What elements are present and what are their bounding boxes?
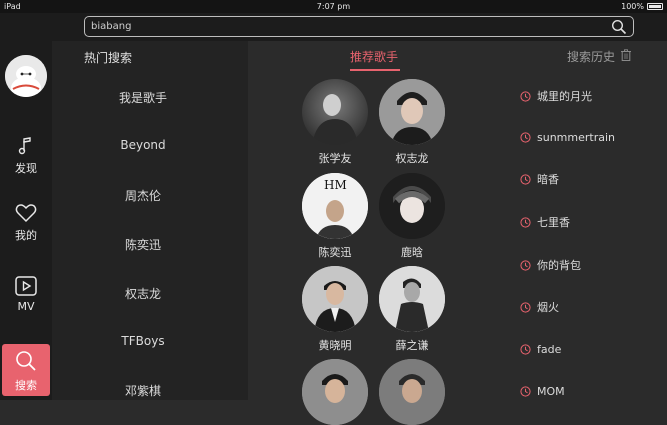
singer-name: 张学友: [318, 152, 352, 165]
search-icon: [16, 351, 36, 371]
singer-card[interactable]: [377, 359, 447, 425]
hot-search-title: 热门搜索: [84, 51, 133, 65]
singer-card[interactable]: HM 陈奕迅: [300, 173, 370, 260]
singer-photo: [302, 266, 368, 332]
play-icon: [15, 276, 37, 296]
singer-card[interactable]: [300, 359, 370, 425]
clock-icon: [520, 131, 531, 143]
status-bar: iPad 7:07 pm 100%: [0, 0, 667, 13]
singer-name: 黄晓明: [318, 339, 352, 352]
main-panel: 推荐歌手 搜索历史 张学友 权志龙 HM 陈奕迅 鹿晗 黄晓明 薛之谦 城里的月…: [248, 41, 667, 425]
clock-icon: [520, 173, 531, 185]
clock-icon: [520, 343, 531, 355]
singer-photo: [379, 173, 445, 239]
singer-photo: HM: [302, 173, 368, 239]
history-item-label: 你的背包: [537, 259, 581, 272]
tab-search-history[interactable]: 搜索历史: [567, 48, 615, 65]
history-item[interactable]: 你的背包: [520, 257, 581, 273]
nav-mv-label: MV: [17, 300, 35, 313]
history-item-label: 暗香: [537, 173, 559, 186]
history-item[interactable]: 七里香: [520, 214, 570, 230]
singer-name: 权志龙: [395, 152, 429, 165]
svg-text:HM: HM: [324, 178, 347, 192]
history-item[interactable]: 烟火: [520, 299, 559, 315]
search-input[interactable]: [91, 19, 591, 34]
clock-icon: [520, 216, 531, 228]
singer-photo: [379, 266, 445, 332]
search-box: [84, 16, 634, 37]
avatar-image: [5, 55, 47, 97]
portrait-image: [302, 266, 368, 332]
hot-search-panel: 热门搜索 我是歌手 Beyond 周杰伦 陈奕迅 权志龙 TFBoys 邓紫棋: [52, 41, 248, 400]
hot-search-item[interactable]: 邓紫棋: [52, 382, 234, 399]
history-item[interactable]: sunmmertrain: [520, 129, 615, 145]
history-item-label: sunmmertrain: [537, 130, 615, 144]
portrait-image: [379, 359, 445, 425]
nav-search-label: 搜索: [15, 379, 37, 392]
hot-search-item[interactable]: TFBoys: [52, 334, 234, 348]
singer-photo: [379, 79, 445, 145]
history-item-label: MOM: [537, 384, 565, 398]
clock-time: 7:07 pm: [316, 2, 351, 11]
history-item[interactable]: fade: [520, 341, 561, 357]
battery-icon: [647, 3, 663, 10]
singer-name: 薛之谦: [395, 339, 429, 352]
battery-status: 100%: [621, 0, 663, 13]
hot-search-item[interactable]: 权志龙: [52, 285, 234, 302]
history-item-label: 城里的月光: [537, 90, 592, 103]
clock-icon: [520, 385, 531, 397]
history-item-label: 七里香: [537, 216, 570, 229]
nav-discover[interactable]: 发现: [0, 136, 52, 184]
singer-card[interactable]: 权志龙: [377, 79, 447, 166]
singer-card[interactable]: 薛之谦: [377, 266, 447, 353]
nav-mine-label: 我的: [15, 229, 37, 242]
singer-card[interactable]: 鹿晗: [377, 173, 447, 260]
hot-search-item[interactable]: Beyond: [52, 138, 234, 152]
trash-icon[interactable]: [620, 49, 632, 61]
nav-mine[interactable]: 我的: [0, 203, 52, 251]
singer-card[interactable]: 张学友: [300, 79, 370, 166]
nav-search[interactable]: 搜索: [2, 344, 50, 396]
singer-photo: [379, 359, 445, 425]
portrait-image: [312, 94, 358, 145]
nav-mv[interactable]: MV: [0, 276, 52, 324]
singer-photo: [302, 359, 368, 425]
singer-name: 陈奕迅: [318, 246, 352, 259]
battery-percent: 100%: [621, 2, 644, 11]
history-item-label: fade: [537, 342, 562, 356]
sidebar: 发现 我的 MV 搜索: [0, 41, 52, 400]
singer-photo: [302, 79, 368, 145]
portrait-image: HM: [302, 173, 368, 239]
history-item[interactable]: 城里的月光: [520, 88, 592, 104]
portrait-image: [379, 79, 445, 145]
portrait-image: [379, 266, 445, 332]
singer-card[interactable]: 黄晓明: [300, 266, 370, 353]
search-icon[interactable]: [611, 19, 627, 35]
hot-search-item[interactable]: 我是歌手: [52, 89, 234, 106]
top-bar: [0, 13, 667, 41]
clock-icon: [520, 90, 531, 102]
portrait-image: [379, 173, 445, 239]
avatar[interactable]: [5, 55, 47, 97]
clock-icon: [520, 301, 531, 313]
tab-recommended-singers[interactable]: 推荐歌手: [350, 48, 398, 65]
hot-search-item[interactable]: 陈奕迅: [52, 236, 234, 253]
history-item-label: 烟火: [537, 301, 559, 314]
clock-icon: [520, 259, 531, 271]
history-item[interactable]: MOM: [520, 383, 565, 399]
nav-discover-label: 发现: [15, 162, 37, 175]
music-note-icon: [18, 137, 31, 155]
history-item[interactable]: 暗香: [520, 171, 559, 187]
portrait-image: [302, 359, 368, 425]
hot-search-item[interactable]: 周杰伦: [52, 187, 234, 204]
singer-name: 鹿晗: [401, 246, 423, 259]
tab-active-indicator: [350, 69, 400, 71]
heart-icon: [15, 204, 37, 223]
